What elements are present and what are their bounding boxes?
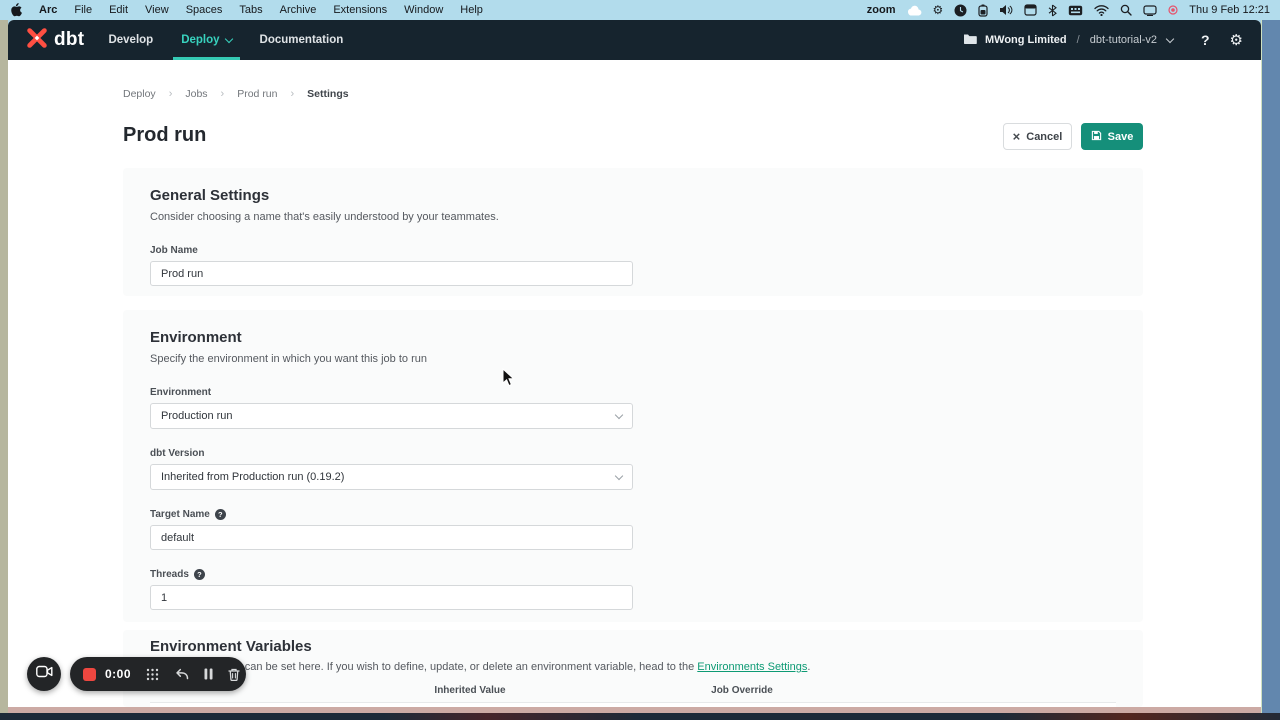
keyboard-icon[interactable] (1068, 5, 1083, 16)
dbt-version-label: dbt Version (150, 448, 1116, 459)
environment-select-label: Environment (150, 387, 1116, 398)
battery-icon[interactable] (978, 4, 988, 17)
environment-variables-table-header: Inherited Value Job Override (150, 685, 1116, 696)
general-settings-heading: General Settings (150, 187, 1116, 204)
display-icon[interactable] (1143, 5, 1157, 16)
dbt-logo[interactable]: dbt (26, 27, 84, 54)
wallpaper-right-strip (1261, 20, 1280, 720)
chevron-down-icon (615, 471, 623, 479)
gear-icon[interactable]: ⚙ (933, 4, 944, 16)
menubar-item-file[interactable]: File (74, 4, 92, 16)
camera-toggle-button[interactable] (27, 657, 61, 691)
search-icon[interactable] (1120, 4, 1132, 16)
wallpaper-left-strip (0, 20, 8, 720)
screen: Arc File Edit View Spaces Tabs Archive E… (0, 0, 1280, 720)
environments-settings-link[interactable]: Environments Settings (697, 661, 807, 673)
menubar-item-window[interactable]: Window (404, 4, 443, 16)
menubar-item-spaces[interactable]: Spaces (186, 4, 223, 16)
menubar-item-archive[interactable]: Archive (280, 4, 317, 16)
threads-input[interactable] (150, 585, 633, 610)
help-tooltip-icon[interactable]: ? (194, 569, 205, 580)
breadcrumb-separator: › (221, 88, 225, 100)
breadcrumb-settings: Settings (307, 88, 348, 100)
window-icon[interactable] (1024, 4, 1037, 16)
table-row (150, 702, 1116, 707)
menubar-app-name[interactable]: Arc (39, 4, 57, 16)
general-settings-card: General Settings Consider choosing a nam… (123, 168, 1143, 296)
screen-recording-icon[interactable] (1168, 5, 1178, 15)
gear-icon[interactable]: ⚙ (1230, 33, 1243, 48)
video-camera-icon (36, 665, 53, 683)
environment-heading: Environment (150, 329, 1116, 346)
menubar-item-tabs[interactable]: Tabs (239, 4, 262, 16)
menubar-item-help[interactable]: Help (460, 4, 483, 16)
job-name-label: Job Name (150, 245, 1116, 256)
cancel-button[interactable]: × Cancel (1003, 123, 1072, 150)
menubar-item-edit[interactable]: Edit (109, 4, 128, 16)
chevron-down-icon (615, 410, 623, 418)
apple-menu-icon[interactable] (10, 3, 22, 17)
nav-develop[interactable]: Develop (108, 20, 153, 60)
main-nav: Develop Deploy Documentation (108, 20, 343, 60)
breadcrumb-separator: › (291, 88, 295, 100)
column-inherited-value: Inherited Value (340, 685, 600, 696)
environment-select[interactable]: Production run (150, 403, 633, 429)
account-project-divider: / (1077, 34, 1080, 46)
general-settings-description: Consider choosing a name that's easily u… (150, 211, 1116, 223)
recording-toolbar: 0:00 (70, 657, 246, 691)
close-icon: × (1013, 130, 1021, 143)
save-floppy-icon (1091, 130, 1102, 144)
breadcrumb-separator: › (169, 88, 173, 100)
help-icon[interactable]: ? (1201, 32, 1210, 48)
mouse-cursor (502, 368, 515, 392)
environment-variables-heading: Environment Variables (150, 638, 1116, 655)
dbt-logo-icon (26, 27, 48, 54)
target-name-label: Target Name ? (150, 509, 1116, 520)
project-name[interactable]: dbt-tutorial-v2 (1090, 34, 1157, 46)
environment-variables-description: Job level overrides can be set here. If … (150, 661, 1116, 673)
trash-icon[interactable] (228, 668, 240, 681)
environment-variables-card: Environment Variables Job level override… (123, 630, 1143, 707)
nav-deploy[interactable]: Deploy (181, 20, 231, 60)
breadcrumb-jobs[interactable]: Jobs (185, 88, 207, 100)
pause-icon[interactable] (204, 668, 213, 680)
dbt-logo-text: dbt (54, 29, 84, 51)
environment-description: Specify the environment in which you wan… (150, 353, 1116, 365)
breadcrumb-prod-run[interactable]: Prod run (237, 88, 277, 100)
account-name[interactable]: MWong Limited (985, 34, 1067, 46)
menubar-item-view[interactable]: View (145, 4, 169, 16)
wallpaper-bottom-edge (0, 713, 1280, 720)
help-tooltip-icon[interactable]: ? (215, 509, 226, 520)
target-name-input[interactable] (150, 525, 633, 550)
drag-handle-grid-icon[interactable] (146, 668, 159, 681)
menubar-clock[interactable]: Thu 9 Feb 12:21 (1189, 4, 1270, 16)
page-title: Prod run (123, 124, 206, 147)
environment-card: Environment Specify the environment in w… (123, 310, 1143, 622)
threads-label: Threads ? (150, 569, 1116, 580)
save-button[interactable]: Save (1081, 123, 1143, 150)
chevron-down-icon (224, 34, 232, 42)
recording-timer: 0:00 (105, 667, 131, 681)
undo-icon[interactable] (174, 668, 189, 680)
cloud-icon[interactable] (907, 5, 922, 16)
wifi-icon[interactable] (1094, 5, 1109, 16)
folder-icon (963, 31, 977, 49)
clock-icon[interactable] (954, 4, 967, 17)
breadcrumb-deploy[interactable]: Deploy (123, 88, 156, 100)
nav-documentation[interactable]: Documentation (260, 20, 344, 60)
volume-icon[interactable] (999, 4, 1013, 16)
menubar-status-zoom[interactable]: zoom (867, 4, 896, 16)
column-job-override: Job Override (600, 685, 884, 696)
job-name-input[interactable] (150, 261, 633, 286)
dbt-app-header: dbt Develop Deploy Documentation MWong L… (8, 20, 1261, 60)
macos-menubar: Arc File Edit View Spaces Tabs Archive E… (0, 0, 1280, 20)
bluetooth-icon[interactable] (1048, 4, 1057, 17)
stop-recording-button[interactable] (83, 668, 96, 681)
menubar-item-extensions[interactable]: Extensions (333, 4, 387, 16)
chevron-down-icon[interactable] (1166, 34, 1174, 42)
dbt-version-select[interactable]: Inherited from Production run (0.19.2) (150, 464, 633, 490)
breadcrumb: Deploy › Jobs › Prod run › Settings (123, 88, 349, 100)
